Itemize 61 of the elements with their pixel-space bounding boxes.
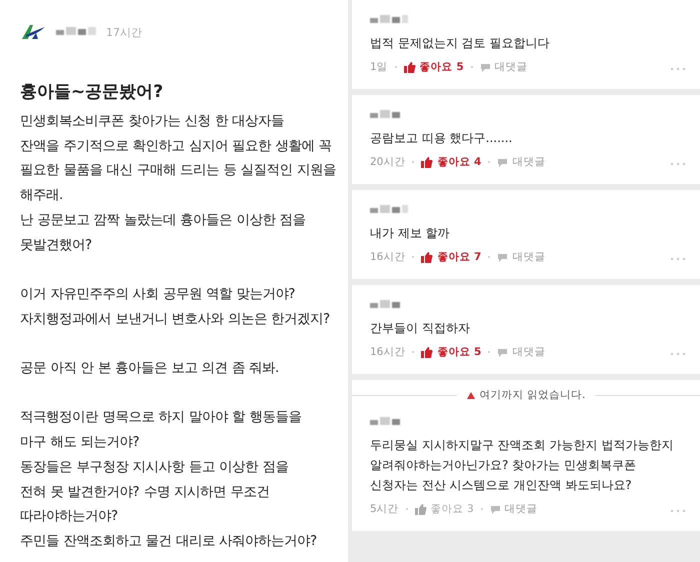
speech-bubble-icon <box>497 348 508 356</box>
comment-text: 공람보고 띠용 했다구....... <box>370 130 514 147</box>
reply-button[interactable]: 대댓글 <box>490 502 538 516</box>
comment-time: 16시간 <box>370 345 406 359</box>
up-triangle-icon <box>466 392 475 398</box>
post-text: 적극행정이란 명목으로 하지 말아야 할 행동들을 <box>20 409 302 428</box>
like-button[interactable]: 좋아요 7 <box>421 250 482 264</box>
more-icon[interactable] <box>670 509 686 513</box>
post-text: 전혀 못 발견한거야? 수명 지시하면 무조건 <box>20 484 270 502</box>
like-button[interactable]: 좋아요 4 <box>421 155 482 169</box>
post-time: 17시간 <box>106 24 142 40</box>
post-text: 민생회복소비쿠폰 찾아가는 신청 한 대상자들 <box>20 113 284 131</box>
blurred-name-icon <box>370 205 408 215</box>
thumbs-up-icon <box>421 346 434 358</box>
reply-button[interactable]: 대댓글 <box>480 60 528 74</box>
comment-time: 20시간 <box>370 155 406 169</box>
thumbs-up-icon <box>421 252 434 262</box>
post-text: 자치행정과에서 보낸거니 변호사와 의논은 한거겠지? <box>20 310 330 329</box>
comment-time: 5시간 <box>370 502 399 516</box>
post-title: 흉아들~공문봤어? <box>20 81 164 104</box>
post-text: 난 공문보고 깜짝 놀랐는데 흉아들은 이상한 점을 <box>20 212 306 230</box>
reply-button[interactable]: 대댓글 <box>497 345 546 359</box>
like-button[interactable]: 좋아요 3 <box>414 502 474 516</box>
more-icon[interactable] <box>670 257 686 261</box>
speech-bubble-icon <box>497 158 508 166</box>
post-text: 못발견했어? <box>20 236 92 255</box>
comment-text: 간부들이 직접하자 <box>370 320 471 337</box>
blurred-name-icon <box>370 110 400 120</box>
speech-bubble-icon <box>480 62 491 72</box>
blurred-name-icon <box>370 300 400 310</box>
comment-text: 내가 제보 할까 <box>370 225 451 242</box>
speech-bubble-icon <box>497 252 508 262</box>
logo-icon <box>20 23 46 41</box>
post-text: 잔액을 주기적으로 확인하고 심지어 필요한 생활에 꼭 <box>20 138 332 156</box>
post-text: 공문 아직 안 본 흉아들은 보고 의견 좀 줘봐. <box>20 360 280 378</box>
more-icon[interactable] <box>670 162 686 166</box>
blurred-name-icon <box>56 27 96 37</box>
post-text: 따라야하는거야? <box>20 508 118 526</box>
thumbs-up-icon <box>421 156 434 168</box>
post-text: 주민들 잔액조회하고 물건 대리로 사줘야하는거야? <box>20 532 318 551</box>
blurred-name-icon <box>370 15 408 25</box>
reply-button[interactable]: 대댓글 <box>497 250 546 264</box>
post-text: 이거 자유민주주의 사회 공무원 역할 맞는거야? <box>20 286 296 304</box>
read-marker: 여기까지 읽었습니다. <box>466 388 586 402</box>
comment-text: 두리뭉실 지시하지말구 잔액조회 가능한지 법적가능한지 알려줘야하는거아닌가요? 찾아가는 민생회복쿠폰 신청자는 전산 시스템으로 개인잔액 봐도되나요? <box>370 437 674 494</box>
post-text: 해주래. <box>20 187 64 206</box>
post-text: 마구 해도 되는거야? <box>20 434 140 452</box>
post-text: 필요한 물품을 대신 구매해 드리는 등 실질적인 지원을 <box>20 162 336 180</box>
like-button[interactable]: 좋아요 5 <box>421 345 482 359</box>
speech-bubble-icon <box>490 504 501 514</box>
comment-time: 1일 <box>370 60 388 74</box>
thumbs-up-icon <box>414 504 427 514</box>
comment-time: 16시간 <box>370 250 406 264</box>
more-icon[interactable] <box>670 352 686 356</box>
more-icon[interactable] <box>670 67 686 71</box>
like-button[interactable]: 좋아요 5 <box>404 60 464 74</box>
thumbs-up-icon <box>404 62 416 72</box>
post-text: 동장들은 부구청장 지시사항 듣고 이상한 점을 <box>20 458 288 477</box>
reply-button[interactable]: 대댓글 <box>497 155 546 169</box>
blurred-name-icon <box>370 417 400 427</box>
comment-text: 법적 문제없는지 검토 필요합니다 <box>370 35 550 52</box>
